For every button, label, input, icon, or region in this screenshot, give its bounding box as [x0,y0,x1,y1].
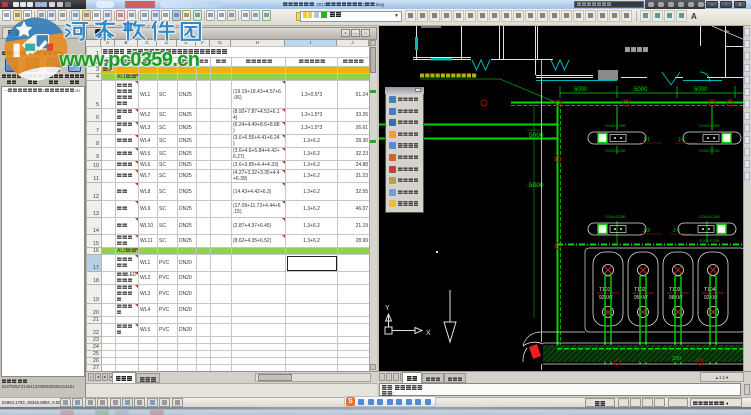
svg-text:S29A/S29B: S29A/S29B [699,148,720,153]
svg-text:J-3: J-3 [643,228,650,234]
svg-text:5000: 5000 [574,87,588,93]
svg-text:S29A/S29B: S29A/S29B [605,148,626,153]
svg-text:S29A/S29B: S29A/S29B [605,123,626,128]
svg-text:S29A/S29B: S29A/S29B [699,123,720,128]
svg-text:5000: 5000 [694,87,708,93]
svg-text:J-4: J-4 [673,228,680,234]
svg-text:200: 200 [672,356,681,362]
svg-text:S29A/S29B: S29A/S29B [699,238,720,243]
svg-text:5000: 5000 [634,87,648,93]
svg-text:J-2: J-2 [678,137,685,143]
svg-text:J-1: J-1 [643,137,650,143]
svg-text:S29A/S29B: S29A/S29B [699,214,720,219]
svg-text:S29A/S29B: S29A/S29B [605,214,626,219]
svg-text:X: X [426,330,431,337]
svg-text:Y: Y [385,305,390,312]
